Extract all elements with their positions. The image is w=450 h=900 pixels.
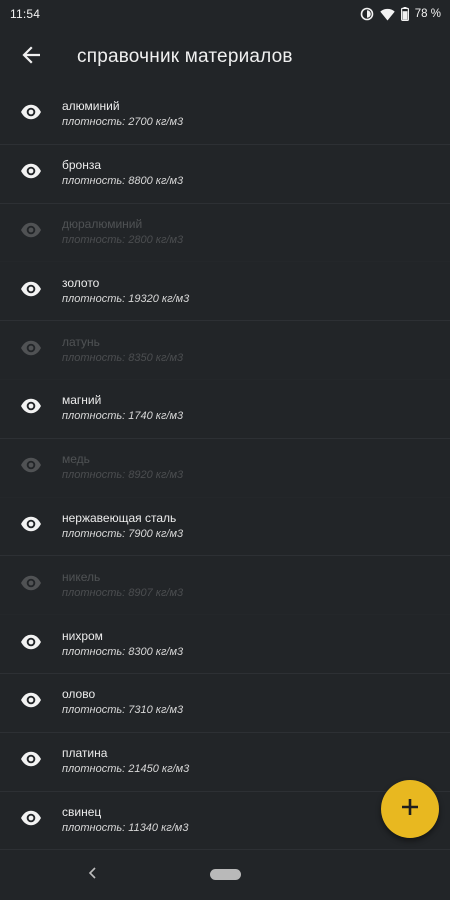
material-name: нержавеющая сталь (62, 510, 177, 525)
material-row[interactable]: латунь плотность: 8350 кг/м3 (0, 321, 450, 380)
visibility-toggle[interactable] (0, 86, 62, 144)
system-nav-bar (0, 850, 450, 900)
material-texts: латунь плотность: 8350 кг/м3 (62, 335, 183, 366)
eye-icon (20, 692, 42, 713)
eye-icon (20, 516, 42, 537)
material-texts: платина плотность: 21450 кг/м3 (62, 746, 189, 777)
material-name: бронза (62, 158, 102, 173)
material-texts: медь плотность: 8920 кг/м3 (62, 452, 183, 483)
material-texts: бронза плотность: 8800 кг/м3 (62, 158, 183, 189)
material-density: плотность: 1740 кг/м3 (62, 410, 184, 423)
arrow-back-icon (22, 45, 41, 69)
visibility-toggle[interactable] (0, 792, 62, 850)
material-texts: свинец плотность: 11340 кг/м3 (62, 805, 188, 836)
eye-icon (20, 163, 42, 184)
visibility-toggle[interactable] (0, 145, 62, 203)
material-row[interactable]: медь плотность: 8920 кг/м3 (0, 439, 450, 498)
eye-icon (20, 751, 42, 772)
page-title: справочник материалов (77, 46, 293, 67)
eye-icon (20, 104, 42, 125)
material-name: медь (62, 452, 90, 467)
material-density: плотность: 8800 кг/м3 (62, 175, 184, 188)
visibility-toggle[interactable] (0, 380, 62, 438)
material-name: дюралюминий (62, 216, 143, 231)
eye-icon (20, 398, 42, 419)
material-density: плотность: 8907 кг/м3 (62, 586, 184, 599)
material-row[interactable]: платина плотность: 21450 кг/м3 (0, 733, 450, 792)
material-name: свинец (62, 804, 102, 819)
visibility-toggle[interactable] (0, 498, 62, 556)
plus-icon (401, 798, 419, 820)
material-texts: нержавеющая сталь плотность: 7900 кг/м3 (62, 511, 183, 542)
battery-percent: 78 % (414, 8, 441, 20)
material-name: никель (62, 569, 101, 584)
eye-icon (20, 634, 42, 655)
visibility-toggle[interactable] (0, 674, 62, 732)
material-density: плотность: 7310 кг/м3 (62, 704, 184, 717)
eye-icon (20, 810, 42, 831)
material-texts: дюралюминий плотность: 2800 кг/м3 (62, 217, 183, 248)
battery-icon (400, 7, 409, 21)
back-button[interactable] (0, 28, 62, 86)
material-row[interactable]: магний плотность: 1740 кг/м3 (0, 380, 450, 439)
eye-icon (20, 222, 42, 243)
material-density: плотность: 21450 кг/м3 (62, 763, 190, 776)
material-density: плотность: 11340 кг/м3 (62, 821, 189, 834)
material-row[interactable]: бронза плотность: 8800 кг/м3 (0, 145, 450, 204)
visibility-toggle[interactable] (0, 204, 62, 262)
eye-icon (20, 340, 42, 361)
material-row[interactable]: никель плотность: 8907 кг/м3 (0, 556, 450, 616)
nav-back-button[interactable] (82, 864, 102, 886)
status-bar: 11:54 78 % (0, 0, 450, 28)
app-toolbar: справочник материалов (0, 28, 450, 86)
material-density: плотность: 2700 кг/м3 (62, 116, 184, 129)
material-texts: магний плотность: 1740 кг/м3 (62, 393, 183, 424)
eye-icon (20, 575, 42, 596)
material-density: плотность: 19320 кг/м3 (62, 292, 190, 305)
material-texts: алюминий плотность: 2700 кг/м3 (62, 99, 183, 130)
material-texts: нихром плотность: 8300 кг/м3 (62, 629, 183, 660)
material-row[interactable]: олово плотность: 7310 кг/м3 (0, 674, 450, 733)
visibility-toggle[interactable] (0, 321, 62, 379)
material-row[interactable]: нержавеющая сталь плотность: 7900 кг/м3 (0, 498, 450, 557)
material-texts: золото плотность: 19320 кг/м3 (62, 276, 189, 307)
material-density: плотность: 2800 кг/м3 (62, 233, 184, 246)
visibility-toggle[interactable] (0, 439, 62, 497)
data-saver-icon (360, 7, 374, 21)
material-row[interactable]: алюминий плотность: 2700 кг/м3 (0, 86, 450, 145)
eye-icon (20, 281, 42, 302)
material-name: золото (62, 275, 100, 290)
home-pill-button[interactable] (210, 869, 241, 880)
material-density: плотность: 8920 кг/м3 (62, 469, 184, 482)
eye-icon (20, 457, 42, 478)
add-material-button[interactable] (381, 780, 439, 838)
material-name: алюминий (62, 99, 120, 114)
material-name: нихром (62, 628, 103, 643)
app-screen: 11:54 78 % справочник материалов алюмини… (0, 0, 450, 900)
material-name: латунь (62, 334, 100, 349)
material-texts: олово плотность: 7310 кг/м3 (62, 687, 183, 718)
material-row[interactable]: дюралюминий плотность: 2800 кг/м3 (0, 204, 450, 263)
material-row[interactable]: нихром плотность: 8300 кг/м3 (0, 615, 450, 674)
material-texts: никель плотность: 8907 кг/м3 (62, 570, 183, 601)
wifi-icon (380, 8, 395, 21)
visibility-toggle[interactable] (0, 556, 62, 614)
material-density: плотность: 8350 кг/м3 (62, 351, 184, 364)
material-name: олово (62, 687, 96, 702)
material-name: магний (62, 393, 102, 408)
materials-list: алюминий плотность: 2700 кг/м3 бронза плотн… (0, 86, 450, 851)
material-row[interactable]: золото плотность: 19320 кг/м3 (0, 262, 450, 322)
material-density: плотность: 7900 кг/м3 (62, 527, 184, 540)
material-density: плотность: 8300 кг/м3 (62, 645, 184, 658)
status-icons: 78 % (360, 7, 441, 21)
visibility-toggle[interactable] (0, 262, 62, 320)
visibility-toggle[interactable] (0, 615, 62, 673)
chevron-left-icon (88, 866, 97, 884)
status-time: 11:54 (10, 7, 41, 21)
visibility-toggle[interactable] (0, 733, 62, 791)
material-name: платина (62, 746, 108, 761)
